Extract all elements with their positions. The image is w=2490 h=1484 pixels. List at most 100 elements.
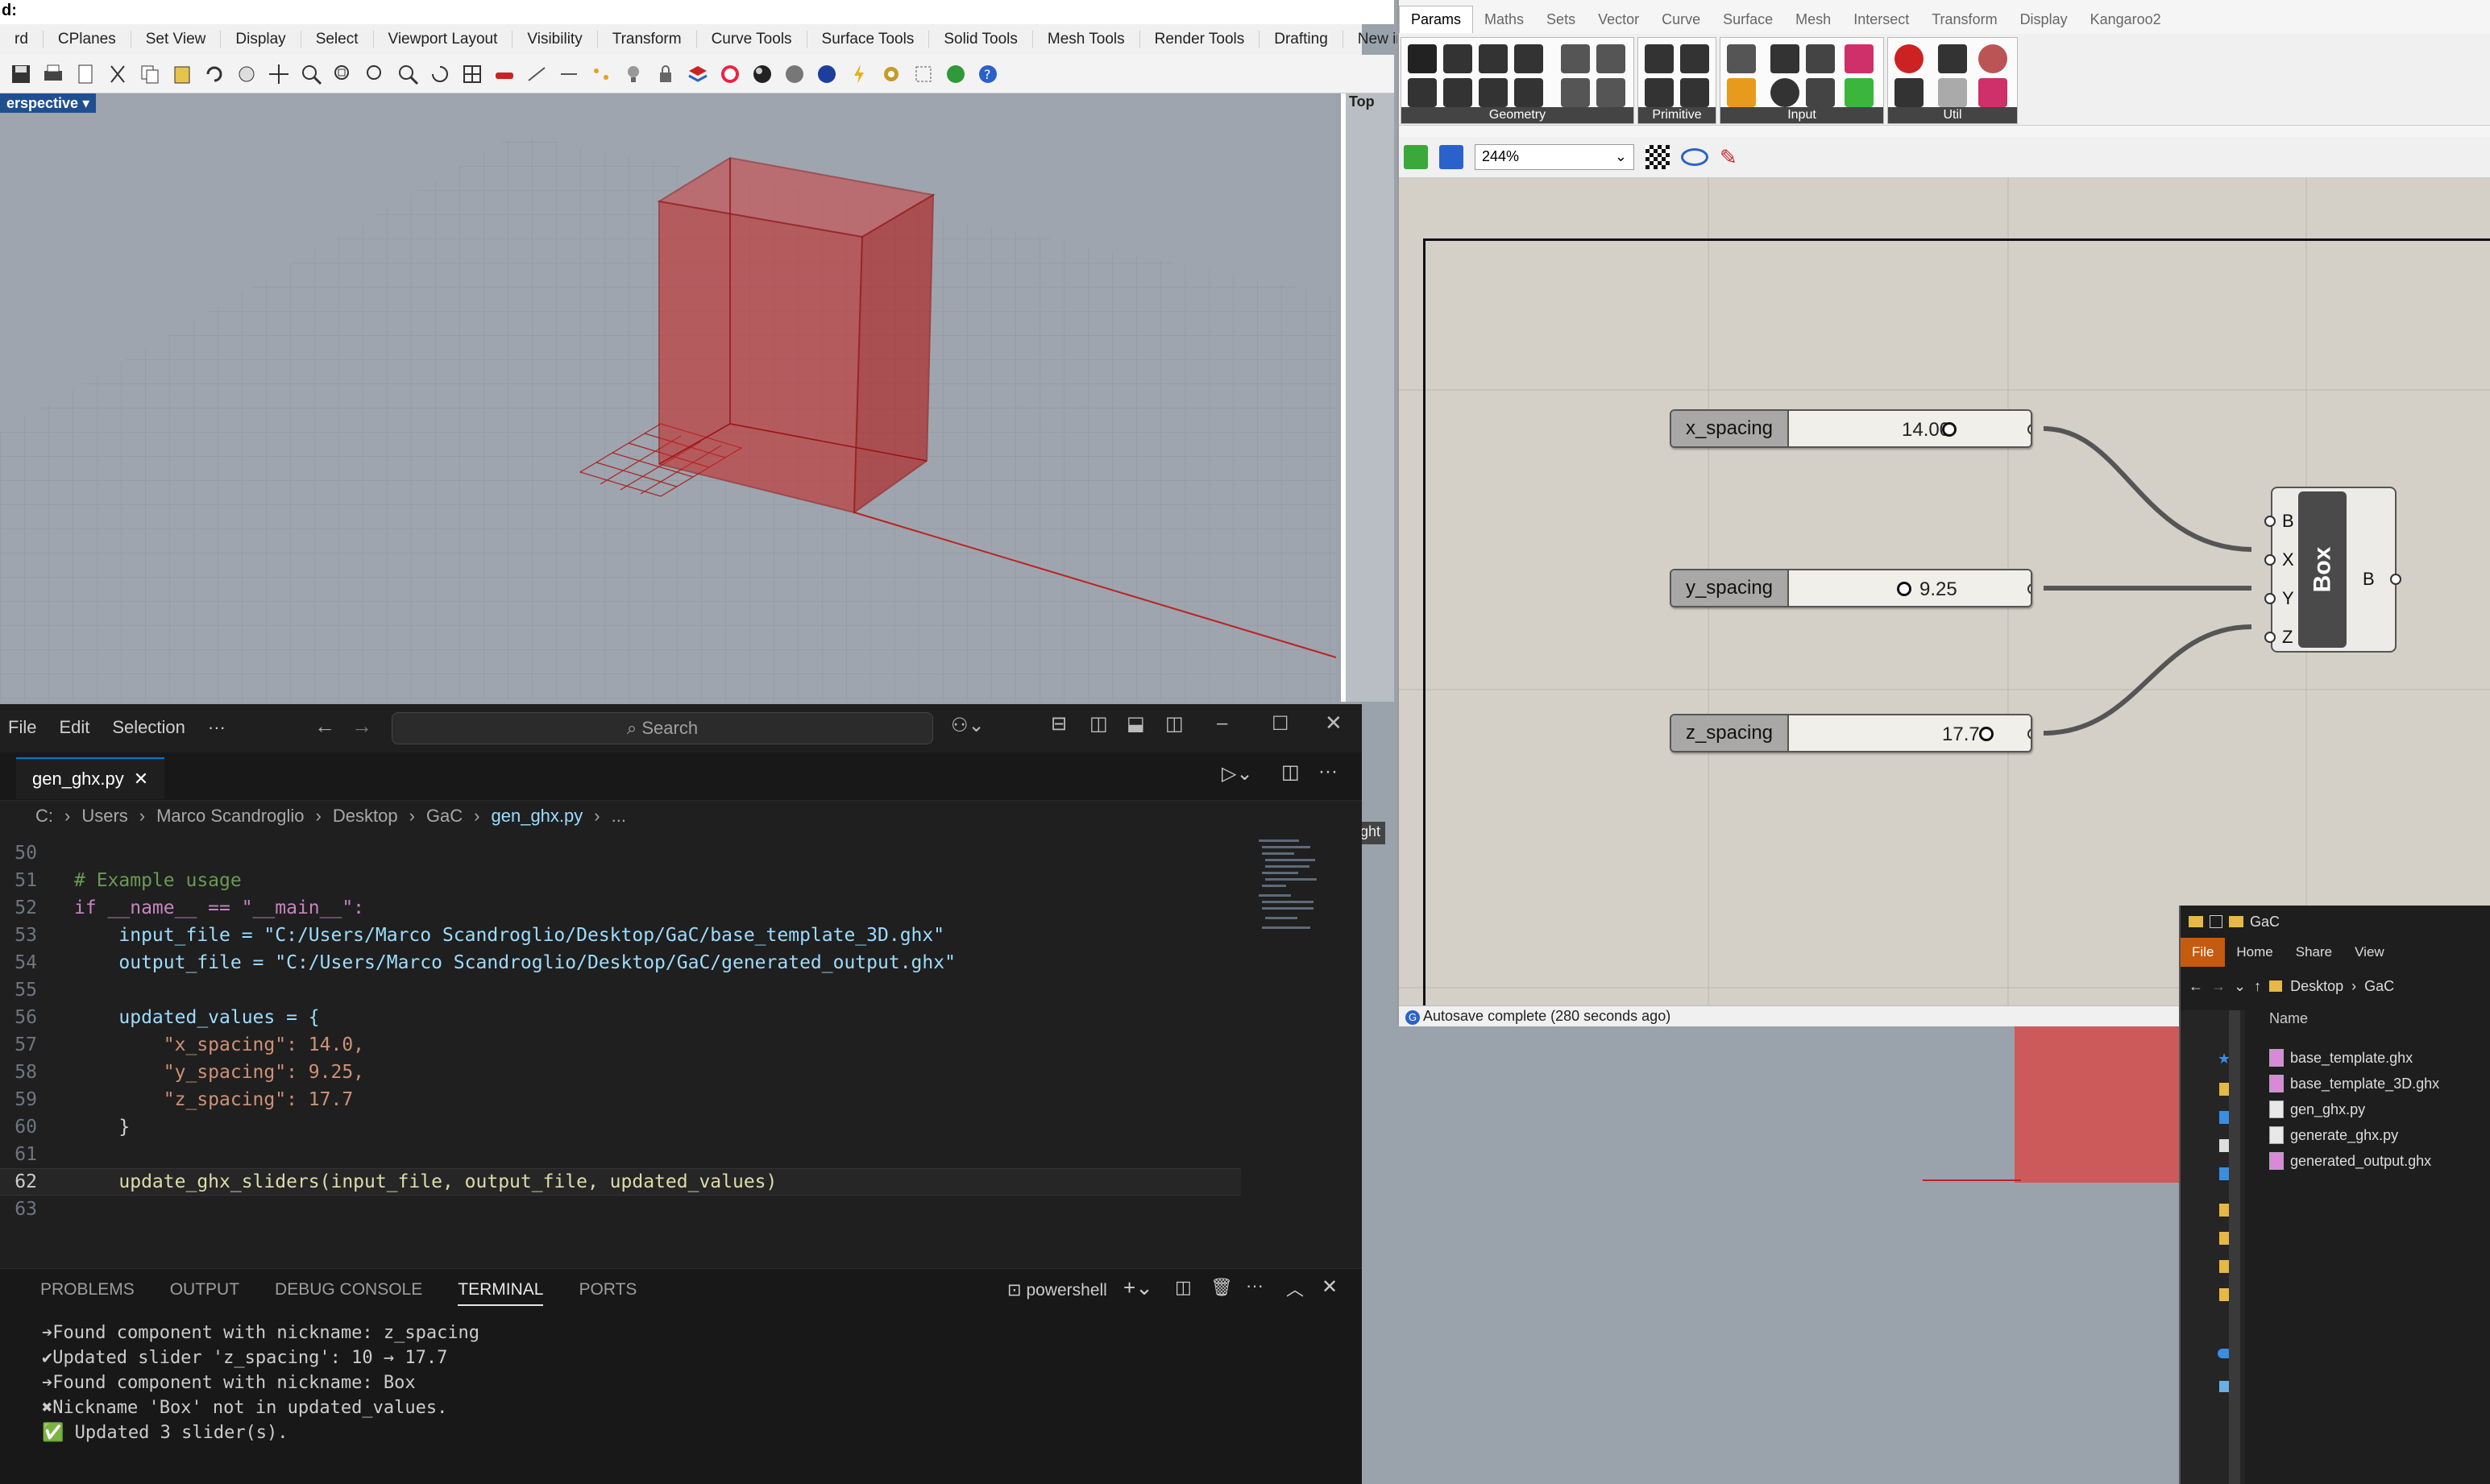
- slider-input-icon[interactable]: [1770, 44, 1799, 73]
- arrow-right-icon[interactable]: [1938, 44, 1967, 73]
- material-icon[interactable]: [812, 60, 841, 89]
- input-grip-x[interactable]: [2264, 554, 2276, 566]
- terminal-shell[interactable]: ⊡ powershell: [1007, 1280, 1107, 1300]
- distance-icon[interactable]: [554, 60, 583, 89]
- menu-selection[interactable]: Selection: [112, 717, 185, 738]
- pc-icon[interactable]: [2219, 1381, 2229, 1392]
- close-icon[interactable]: ✕: [1325, 711, 1343, 736]
- download-icon[interactable]: [2219, 1111, 2229, 1124]
- box-component[interactable]: B X Y Z Box B: [2260, 487, 2401, 653]
- trash-icon[interactable]: 🗑: [1210, 1277, 1233, 1298]
- path-segment[interactable]: GaC: [2364, 978, 2394, 995]
- copilot-icon[interactable]: ⚇⌄: [951, 714, 985, 737]
- terminal-output[interactable]: ➔Found component with nickname: z_spacin…: [42, 1320, 479, 1445]
- tab-kangaroo2[interactable]: Kangaroo2: [2079, 11, 2173, 28]
- tab-debug-console[interactable]: DEBUG CONSOLE: [275, 1280, 422, 1306]
- sphere-icon[interactable]: [748, 60, 777, 89]
- rhino-menu-item[interactable]: Solid Tools: [929, 31, 1033, 48]
- top-viewport[interactable]: Top ght: [1341, 93, 1394, 844]
- button-input-icon[interactable]: [1770, 78, 1799, 107]
- chevron-down-icon[interactable]: ⌄: [2234, 978, 2246, 995]
- mesh-param-icon[interactable]: [1596, 44, 1625, 73]
- globe-icon[interactable]: [941, 60, 970, 89]
- command-search[interactable]: ⌕ Search: [392, 712, 933, 744]
- zoom-selected-icon[interactable]: [393, 60, 422, 89]
- breadcrumb-item[interactable]: Users: [81, 806, 127, 827]
- split-editor-icon[interactable]: ◫: [1281, 761, 1300, 784]
- tab-ports[interactable]: PORTS: [579, 1280, 637, 1306]
- code-line[interactable]: if __name__ == "__main__":: [74, 897, 364, 918]
- y-spacing-slider[interactable]: y_spacing 9.25: [1670, 569, 2032, 607]
- panel-icon[interactable]: [1727, 44, 1756, 73]
- rhino-menu-item[interactable]: rd: [0, 31, 44, 48]
- menu-edit[interactable]: Edit: [59, 717, 89, 738]
- slider-track[interactable]: 17.70: [1789, 715, 2031, 751]
- sketch-icon[interactable]: ✎: [1720, 145, 1744, 169]
- rhino-menu-item[interactable]: Mesh Tools: [1033, 31, 1140, 48]
- snap-icon[interactable]: [522, 60, 551, 89]
- rhino-menu-item[interactable]: Visibility: [513, 31, 598, 48]
- tab-display[interactable]: Display: [2009, 11, 2079, 28]
- rotate-view-icon[interactable]: [425, 60, 454, 89]
- number-param-icon[interactable]: [1645, 78, 1674, 107]
- z-spacing-slider[interactable]: z_spacing 17.70: [1670, 714, 2032, 752]
- code-line[interactable]: updated_values = {: [74, 1007, 319, 1028]
- breadcrumb-item[interactable]: ...: [612, 806, 626, 827]
- line-param-icon[interactable]: [1408, 78, 1437, 107]
- rhino-menu-item[interactable]: Drafting: [1260, 31, 1343, 48]
- tab-maths[interactable]: Maths: [1473, 11, 1535, 28]
- folder-icon[interactable]: [2219, 1083, 2229, 1096]
- breadcrumb-item[interactable]: gen_ghx.py: [492, 806, 583, 827]
- text-param-icon[interactable]: [1680, 78, 1709, 107]
- breadcrumb-item[interactable]: Marco Scandroglio: [156, 806, 304, 827]
- code-line[interactable]: output_file = "C:/Users/Marco Scandrogli…: [74, 952, 956, 973]
- rhino-menu-item[interactable]: Select: [301, 31, 374, 48]
- value-list-icon[interactable]: [1806, 78, 1835, 107]
- pan-icon[interactable]: [232, 60, 261, 89]
- cherry-icon[interactable]: [1894, 44, 1924, 73]
- plane-param-icon[interactable]: [1443, 78, 1472, 107]
- scrollbar[interactable]: [2229, 1010, 2240, 1484]
- box-param-icon[interactable]: [1561, 78, 1590, 107]
- lock-icon[interactable]: [651, 60, 680, 89]
- ribbon-home[interactable]: Home: [2225, 944, 2284, 960]
- forward-arrow-icon[interactable]: →: [351, 714, 372, 739]
- file-item[interactable]: base_template_3D.ghx: [2269, 1071, 2439, 1096]
- folder-icon[interactable]: [2219, 1260, 2229, 1273]
- document-icon[interactable]: [2219, 1139, 2229, 1152]
- tab-mesh[interactable]: Mesh: [1784, 11, 1842, 28]
- toggle-sidebar-icon[interactable]: ◫: [1089, 712, 1108, 736]
- file-item[interactable]: base_template.ghx: [2269, 1045, 2439, 1071]
- copy-icon[interactable]: [135, 60, 164, 89]
- rhino-menu-item[interactable]: Set View: [131, 31, 222, 48]
- rhino-menu-item[interactable]: Viewport Layout: [374, 31, 513, 48]
- file-item[interactable]: gen_ghx.py: [2269, 1096, 2439, 1122]
- tab-intersect[interactable]: Intersect: [1842, 11, 1920, 28]
- input-grip-y[interactable]: [2264, 593, 2276, 604]
- minimize-icon[interactable]: –: [1217, 712, 1227, 735]
- light-icon[interactable]: [619, 60, 648, 89]
- check-icon[interactable]: [2210, 915, 2222, 928]
- breadcrumb-item[interactable]: GaC: [426, 806, 463, 827]
- graph-mapper-icon[interactable]: [1727, 78, 1756, 107]
- rhino-menu-item[interactable]: Render Tools: [1140, 31, 1260, 48]
- curve-param-icon[interactable]: [1479, 44, 1508, 73]
- maximize-icon[interactable]: ☐: [1272, 712, 1289, 736]
- tab-terminal[interactable]: TERMINAL: [458, 1280, 544, 1306]
- viewport-label[interactable]: erspective ▾: [0, 93, 97, 113]
- rhino-menu-item[interactable]: Display: [221, 31, 301, 48]
- rhino-menu-item[interactable]: CPlanes: [44, 31, 131, 48]
- menu-file[interactable]: File: [8, 717, 36, 738]
- tab-transform[interactable]: Transform: [1920, 11, 2008, 28]
- save-icon[interactable]: [6, 60, 35, 89]
- slider-knob[interactable]: [1979, 727, 1994, 741]
- split-terminal-icon[interactable]: ◫: [1175, 1277, 1192, 1298]
- output-grip-b[interactable]: [2390, 574, 2401, 585]
- x-spacing-slider[interactable]: x_spacing 14.00: [1670, 409, 2032, 448]
- vector-param-icon[interactable]: [1514, 78, 1543, 107]
- save-icon[interactable]: [1439, 145, 1463, 169]
- render-icon[interactable]: [780, 60, 809, 89]
- breadcrumb-item[interactable]: Desktop: [333, 806, 398, 827]
- move-icon[interactable]: [264, 60, 293, 89]
- run-icon[interactable]: ▷⌄: [1222, 762, 1253, 786]
